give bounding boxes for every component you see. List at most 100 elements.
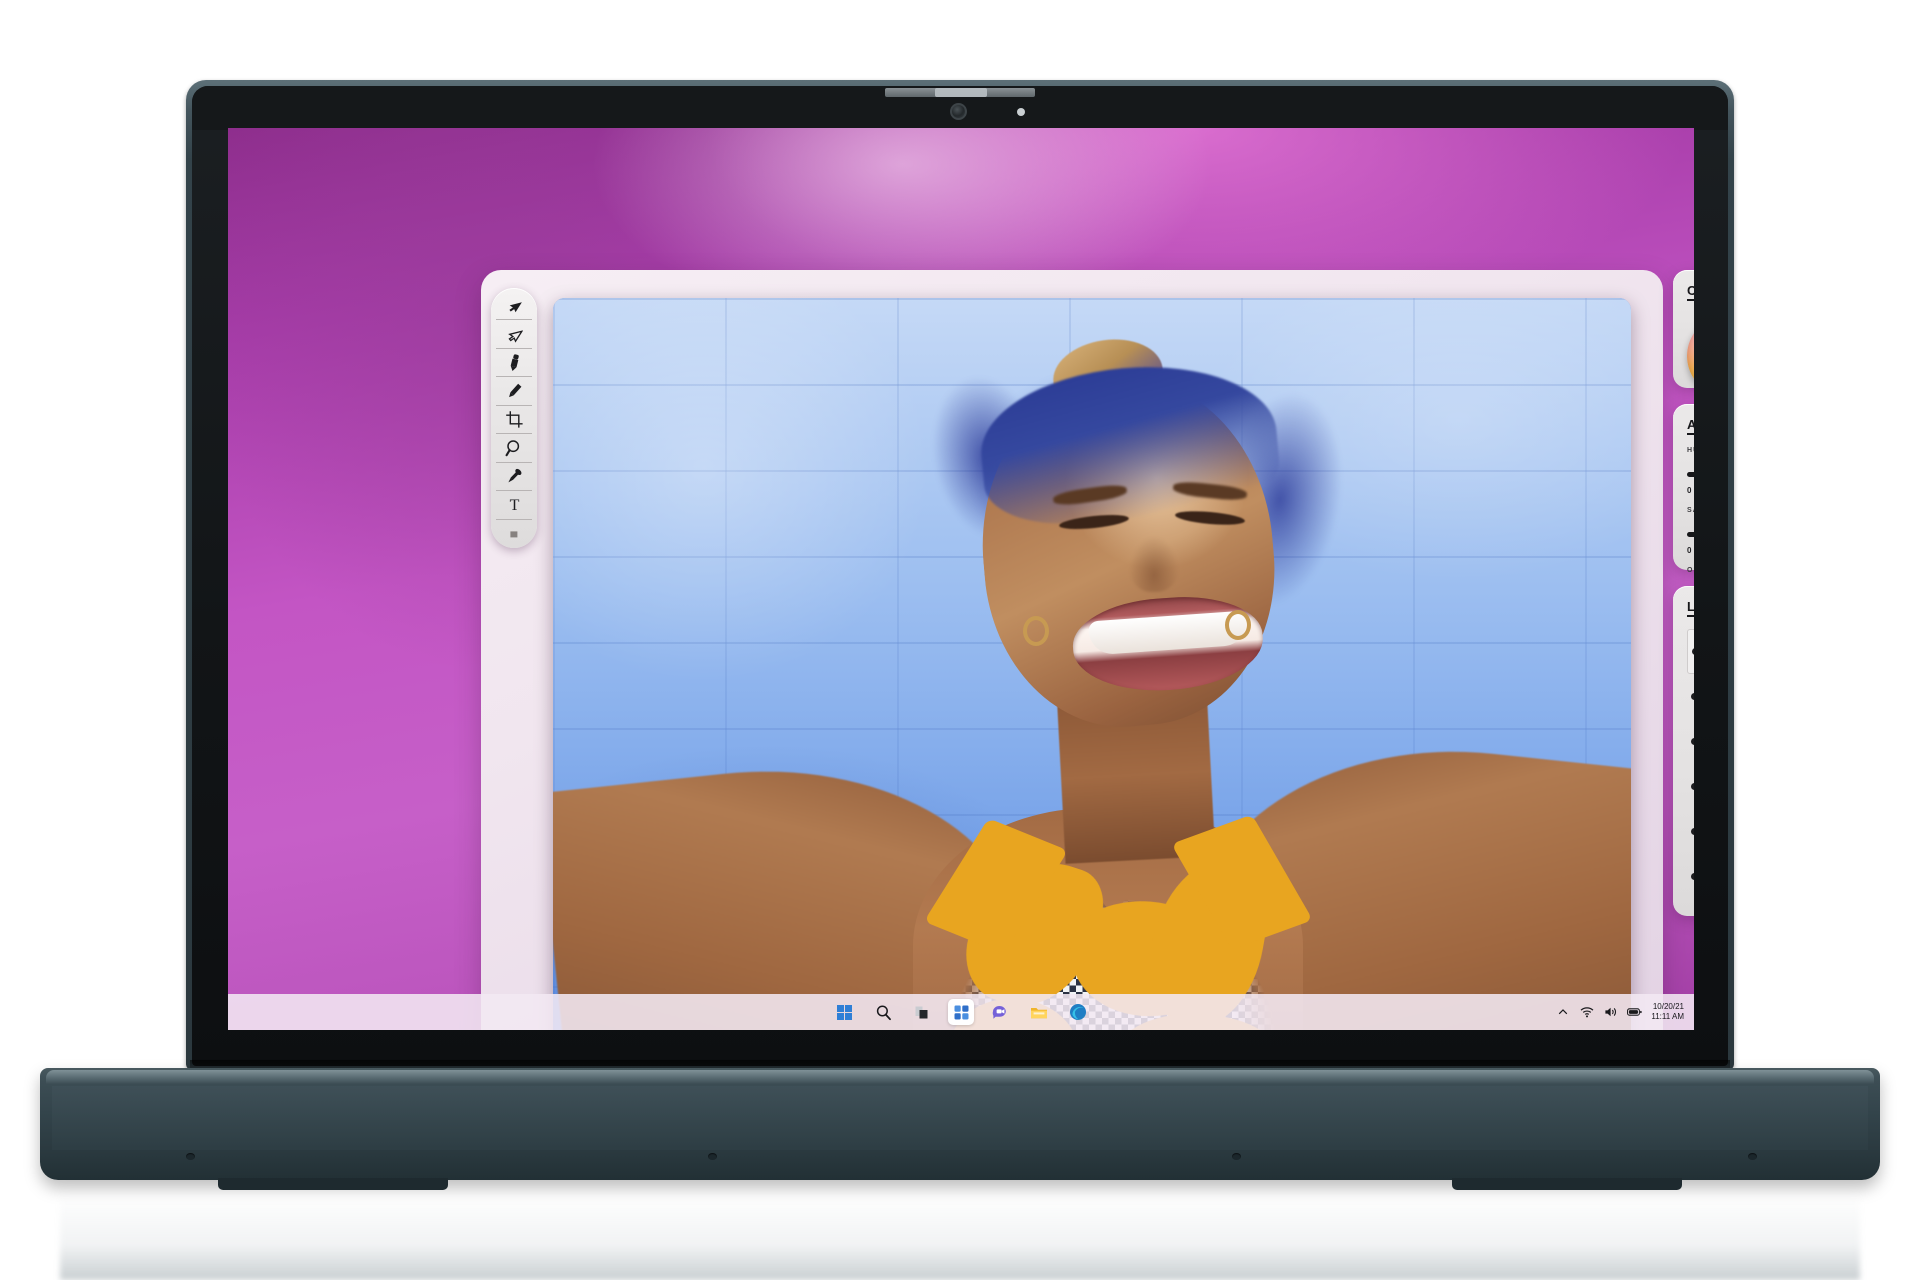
laptop-base-bevel — [40, 1148, 1880, 1182]
saturation-slider-block: SATURATION 0 72 100 — [1687, 507, 1694, 555]
layer-visibility-dot[interactable] — [1691, 873, 1694, 880]
chat-button[interactable] — [987, 999, 1013, 1025]
clock-date: 10/20/21 — [1652, 1002, 1684, 1011]
color-wheel[interactable] — [1687, 315, 1694, 397]
base-screw — [186, 1153, 195, 1160]
edge-icon — [1070, 1004, 1086, 1020]
task-view-icon — [915, 1006, 927, 1018]
cursor-arrow-tool[interactable] — [496, 292, 532, 321]
photo-editor-window: T COLOR SWAP × — [481, 270, 1694, 1030]
layer-visibility-dot[interactable] — [1691, 738, 1694, 745]
base-screw — [708, 1153, 717, 1160]
brush-tool[interactable] — [496, 349, 532, 378]
direct-select-tool[interactable] — [496, 320, 532, 349]
show-hidden-icons[interactable] — [1555, 1005, 1570, 1020]
text-T-icon: T — [509, 497, 519, 513]
pencil-icon — [508, 383, 521, 398]
earring-left — [1023, 616, 1049, 646]
folder-icon — [1031, 1007, 1047, 1018]
screen: T COLOR SWAP × — [228, 128, 1694, 1030]
widgets-button[interactable] — [948, 999, 974, 1025]
earring-right — [1225, 610, 1251, 640]
base-foot-left — [218, 1178, 448, 1190]
laptop-base-band — [52, 1086, 1868, 1150]
saturation-min: 0 — [1687, 546, 1692, 555]
task-view-button[interactable] — [909, 999, 935, 1025]
table-row[interactable]: COLOR — [1687, 629, 1694, 674]
image-canvas[interactable] — [553, 298, 1631, 1030]
hue-label: HUE — [1687, 447, 1694, 454]
color-swap-title: COLOR SWAP — [1687, 283, 1694, 301]
filled-square-icon — [510, 531, 518, 538]
text-tool[interactable]: T — [496, 491, 532, 520]
layer-visibility-dot[interactable] — [1691, 828, 1694, 835]
clock-time: 11:11 AM — [1651, 1012, 1684, 1021]
search-button[interactable] — [870, 999, 896, 1025]
magnifier-icon — [505, 440, 520, 457]
taskbar-clock[interactable]: 10/20/21 11:11 AM — [1651, 1002, 1684, 1022]
side-panels: COLOR SWAP × R: 124 G: 199 — [1673, 270, 1694, 932]
hue-track[interactable] — [1687, 472, 1694, 477]
adjustments-panel: ADJUSTMENTS × HUE 0 57 100 — [1673, 404, 1694, 615]
base-screw — [1748, 1153, 1757, 1160]
brush-icon — [510, 354, 519, 372]
table-row[interactable]: COLOR — [1687, 719, 1694, 764]
layer-visibility-dot[interactable] — [1692, 648, 1694, 655]
system-tray: 10/20/21 11:11 AM — [1555, 994, 1684, 1030]
color-swap-panel: COLOR SWAP × R: 124 G: 199 — [1673, 270, 1694, 397]
crop-tool[interactable] — [496, 406, 532, 435]
layer-visibility-dot[interactable] — [1691, 783, 1694, 790]
table-row[interactable]: COLOR — [1687, 854, 1694, 899]
arrow-outline-icon — [507, 329, 523, 343]
layer-list: COLOR COLOR COLOR — [1687, 629, 1694, 899]
surface-reflection — [60, 1192, 1860, 1280]
color-swap-body: R: 124 G: 199 B: 200 — [1687, 315, 1694, 397]
windows-taskbar: 10/20/21 11:11 AM — [228, 994, 1694, 1030]
chevron-up-icon — [1558, 1009, 1568, 1015]
network-status[interactable] — [1579, 1005, 1594, 1020]
widgets-icon — [954, 1005, 968, 1019]
speaker-icon — [1605, 1007, 1616, 1017]
search-icon — [876, 1004, 891, 1020]
base-screw — [1232, 1153, 1241, 1160]
table-row[interactable]: COLOR — [1687, 674, 1694, 719]
eyedropper-icon — [508, 468, 522, 483]
arrow-filled-icon — [508, 302, 522, 313]
laptop-device: T COLOR SWAP × — [0, 0, 1920, 1280]
file-explorer-button[interactable] — [1026, 999, 1052, 1025]
start-button[interactable] — [831, 999, 857, 1025]
nose — [1129, 536, 1179, 592]
base-foot-right — [1452, 1178, 1682, 1190]
layers-panel: LAYERS × COLOR COLOR — [1673, 586, 1694, 916]
chat-icon — [992, 1005, 1006, 1019]
table-row[interactable]: COLOR — [1687, 764, 1694, 809]
table-row[interactable]: COLOR — [1687, 809, 1694, 854]
hue-track-wrap[interactable] — [1687, 463, 1694, 485]
foreground-color-tool[interactable] — [496, 520, 532, 548]
camera-indicator-icon — [1017, 108, 1025, 116]
windows-logo-icon — [836, 1004, 852, 1020]
zoom-tool[interactable] — [496, 434, 532, 463]
hue-min: 0 — [1687, 486, 1692, 495]
taskbar-items — [831, 999, 1091, 1025]
svg-text:T: T — [509, 497, 519, 513]
layer-visibility-dot[interactable] — [1691, 693, 1694, 700]
edge-button[interactable] — [1065, 999, 1091, 1025]
webcam-icon — [950, 103, 967, 120]
saturation-track-wrap[interactable] — [1687, 523, 1694, 545]
eyedropper-tool[interactable] — [496, 463, 532, 492]
layers-title: LAYERS — [1687, 599, 1694, 617]
laptop-base-lip — [46, 1070, 1874, 1084]
battery-icon — [1627, 1008, 1642, 1016]
tool-palette: T — [491, 288, 537, 548]
hue-scale: 0 57 100 — [1687, 486, 1694, 495]
volume-status[interactable] — [1603, 1005, 1618, 1020]
sensor-strip-highlight — [935, 88, 987, 97]
battery-status[interactable] — [1627, 1005, 1642, 1020]
saturation-label: SATURATION — [1687, 507, 1694, 514]
pencil-tool[interactable] — [496, 377, 532, 406]
saturation-track[interactable] — [1687, 532, 1694, 537]
saturation-scale: 0 72 100 — [1687, 546, 1694, 555]
hue-slider-block: HUE 0 57 100 — [1687, 447, 1694, 495]
crop-icon — [505, 411, 523, 428]
